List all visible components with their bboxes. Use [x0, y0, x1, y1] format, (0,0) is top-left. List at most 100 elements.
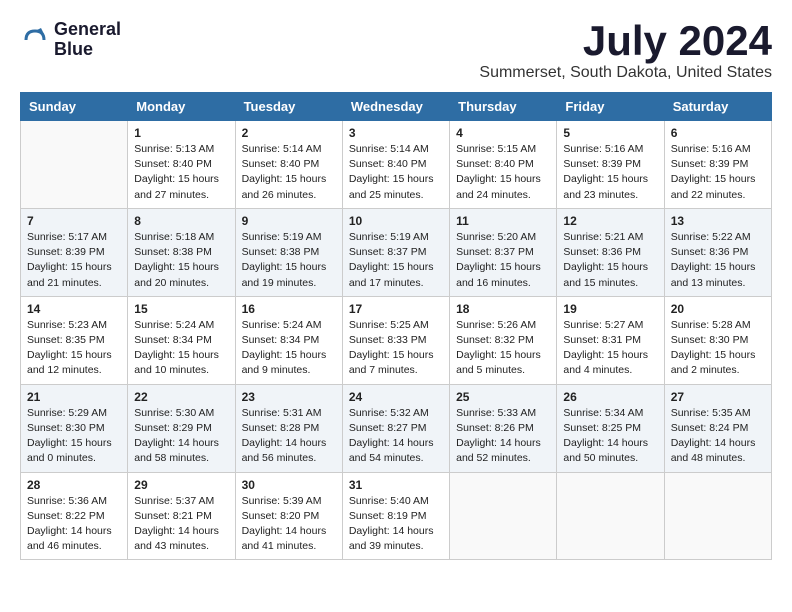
- col-friday: Friday: [557, 93, 664, 121]
- table-row: 31 Sunrise: 5:40 AM Sunset: 8:19 PM Dayli…: [342, 472, 449, 560]
- day-info: Sunrise: 5:18 AM Sunset: 8:38 PM Dayligh…: [134, 230, 228, 291]
- day-number: 10: [349, 214, 443, 228]
- header: General Blue July 2024 Summerset, South …: [20, 20, 772, 82]
- day-number: 19: [563, 302, 657, 316]
- table-row: 15 Sunrise: 5:24 AM Sunset: 8:34 PM Dayli…: [128, 296, 235, 384]
- day-info: Sunrise: 5:36 AM Sunset: 8:22 PM Dayligh…: [27, 494, 121, 555]
- day-number: 31: [349, 478, 443, 492]
- table-row: 11 Sunrise: 5:20 AM Sunset: 8:37 PM Dayli…: [450, 208, 557, 296]
- day-number: 11: [456, 214, 550, 228]
- table-row: 24Sunrise: 5:32 AM Sunset: 8:27 PM Dayli…: [342, 384, 449, 472]
- day-number: 29: [134, 478, 228, 492]
- day-info: Sunrise: 5:24 AM Sunset: 8:34 PM Dayligh…: [242, 318, 336, 379]
- day-info: Sunrise: 5:30 AM Sunset: 8:29 PM Dayligh…: [134, 406, 228, 467]
- col-monday: Monday: [128, 93, 235, 121]
- table-row: 12 Sunrise: 5:21 AM Sunset: 8:36 PM Dayli…: [557, 208, 664, 296]
- day-info: Sunrise: 5:19 AM Sunset: 8:37 PM Dayligh…: [349, 230, 443, 291]
- table-row: 10 Sunrise: 5:19 AM Sunset: 8:37 PM Dayli…: [342, 208, 449, 296]
- logo: General Blue: [20, 20, 121, 60]
- day-number: 30: [242, 478, 336, 492]
- day-number: 26: [563, 390, 657, 404]
- col-thursday: Thursday: [450, 93, 557, 121]
- table-row: [450, 472, 557, 560]
- table-row: 29 Sunrise: 5:37 AM Sunset: 8:21 PM Dayli…: [128, 472, 235, 560]
- day-number: 20: [671, 302, 765, 316]
- day-info: Sunrise: 5:22 AM Sunset: 8:36 PM Dayligh…: [671, 230, 765, 291]
- table-row: 1 Sunrise: 5:13 AM Sunset: 8:40 PM Daylig…: [128, 121, 235, 209]
- month-title: July 2024: [479, 20, 772, 62]
- day-number: 28: [27, 478, 121, 492]
- table-row: 13 Sunrise: 5:22 AM Sunset: 8:36 PM Dayli…: [664, 208, 771, 296]
- day-number: 17: [349, 302, 443, 316]
- logo-line1: General: [54, 20, 121, 40]
- day-number: 25: [456, 390, 550, 404]
- col-tuesday: Tuesday: [235, 93, 342, 121]
- day-info: Sunrise: 5:14 AM Sunset: 8:40 PM Dayligh…: [242, 142, 336, 203]
- calendar-week-1: 1 Sunrise: 5:13 AM Sunset: 8:40 PM Daylig…: [21, 121, 772, 209]
- day-number: 13: [671, 214, 765, 228]
- table-row: 17 Sunrise: 5:25 AM Sunset: 8:33 PM Dayli…: [342, 296, 449, 384]
- table-row: 8Sunrise: 5:18 AM Sunset: 8:38 PM Daylig…: [128, 208, 235, 296]
- day-info: Sunrise: 5:20 AM Sunset: 8:37 PM Dayligh…: [456, 230, 550, 291]
- day-number: 12: [563, 214, 657, 228]
- table-row: 5 Sunrise: 5:16 AM Sunset: 8:39 PM Daylig…: [557, 121, 664, 209]
- day-number: 1: [134, 126, 228, 140]
- day-number: 9: [242, 214, 336, 228]
- day-number: 23: [242, 390, 336, 404]
- day-number: 16: [242, 302, 336, 316]
- table-row: 28 Sunrise: 5:36 AM Sunset: 8:22 PM Dayli…: [21, 472, 128, 560]
- day-info: Sunrise: 5:39 AM Sunset: 8:20 PM Dayligh…: [242, 494, 336, 555]
- day-info: Sunrise: 5:24 AM Sunset: 8:34 PM Dayligh…: [134, 318, 228, 379]
- day-number: 18: [456, 302, 550, 316]
- day-number: 15: [134, 302, 228, 316]
- title-section: July 2024 Summerset, South Dakota, Unite…: [479, 20, 772, 82]
- table-row: 27 Sunrise: 5:35 AM Sunset: 8:24 PM Dayli…: [664, 384, 771, 472]
- day-info: Sunrise: 5:15 AM Sunset: 8:40 PM Dayligh…: [456, 142, 550, 203]
- day-number: 6: [671, 126, 765, 140]
- day-info: Sunrise: 5:27 AM Sunset: 8:31 PM Dayligh…: [563, 318, 657, 379]
- table-row: 18 Sunrise: 5:26 AM Sunset: 8:32 PM Dayli…: [450, 296, 557, 384]
- table-row: 2Sunrise: 5:14 AM Sunset: 8:40 PM Daylig…: [235, 121, 342, 209]
- table-row: 26Sunrise: 5:34 AM Sunset: 8:25 PM Dayli…: [557, 384, 664, 472]
- day-number: 22: [134, 390, 228, 404]
- table-row: 16 Sunrise: 5:24 AM Sunset: 8:34 PM Dayli…: [235, 296, 342, 384]
- day-info: Sunrise: 5:23 AM Sunset: 8:35 PM Dayligh…: [27, 318, 121, 379]
- day-info: Sunrise: 5:33 AM Sunset: 8:26 PM Dayligh…: [456, 406, 550, 467]
- table-row: 3Sunrise: 5:14 AM Sunset: 8:40 PM Daylig…: [342, 121, 449, 209]
- logo-line2: Blue: [54, 40, 121, 60]
- calendar-week-4: 21Sunrise: 5:29 AM Sunset: 8:30 PM Dayli…: [21, 384, 772, 472]
- day-info: Sunrise: 5:16 AM Sunset: 8:39 PM Dayligh…: [563, 142, 657, 203]
- day-info: Sunrise: 5:35 AM Sunset: 8:24 PM Dayligh…: [671, 406, 765, 467]
- col-wednesday: Wednesday: [342, 93, 449, 121]
- table-row: 14Sunrise: 5:23 AM Sunset: 8:35 PM Dayli…: [21, 296, 128, 384]
- day-info: Sunrise: 5:31 AM Sunset: 8:28 PM Dayligh…: [242, 406, 336, 467]
- day-info: Sunrise: 5:37 AM Sunset: 8:21 PM Dayligh…: [134, 494, 228, 555]
- day-number: 5: [563, 126, 657, 140]
- table-row: 4Sunrise: 5:15 AM Sunset: 8:40 PM Daylig…: [450, 121, 557, 209]
- day-info: Sunrise: 5:25 AM Sunset: 8:33 PM Dayligh…: [349, 318, 443, 379]
- calendar-header: Sunday Monday Tuesday Wednesday Thursday…: [21, 93, 772, 121]
- table-row: 21Sunrise: 5:29 AM Sunset: 8:30 PM Dayli…: [21, 384, 128, 472]
- day-number: 27: [671, 390, 765, 404]
- day-info: Sunrise: 5:21 AM Sunset: 8:36 PM Dayligh…: [563, 230, 657, 291]
- col-sunday: Sunday: [21, 93, 128, 121]
- day-info: Sunrise: 5:13 AM Sunset: 8:40 PM Dayligh…: [134, 142, 228, 203]
- day-info: Sunrise: 5:40 AM Sunset: 8:19 PM Dayligh…: [349, 494, 443, 555]
- day-info: Sunrise: 5:16 AM Sunset: 8:39 PM Dayligh…: [671, 142, 765, 203]
- table-row: 25 Sunrise: 5:33 AM Sunset: 8:26 PM Dayli…: [450, 384, 557, 472]
- day-info: Sunrise: 5:19 AM Sunset: 8:38 PM Dayligh…: [242, 230, 336, 291]
- table-row: 19 Sunrise: 5:27 AM Sunset: 8:31 PM Dayli…: [557, 296, 664, 384]
- table-row: 6 Sunrise: 5:16 AM Sunset: 8:39 PM Daylig…: [664, 121, 771, 209]
- table-row: 20Sunrise: 5:28 AM Sunset: 8:30 PM Dayli…: [664, 296, 771, 384]
- day-info: Sunrise: 5:26 AM Sunset: 8:32 PM Dayligh…: [456, 318, 550, 379]
- calendar-week-2: 7Sunrise: 5:17 AM Sunset: 8:39 PM Daylig…: [21, 208, 772, 296]
- calendar-week-5: 28 Sunrise: 5:36 AM Sunset: 8:22 PM Dayli…: [21, 472, 772, 560]
- day-info: Sunrise: 5:32 AM Sunset: 8:27 PM Dayligh…: [349, 406, 443, 467]
- table-row: 9 Sunrise: 5:19 AM Sunset: 8:38 PM Daylig…: [235, 208, 342, 296]
- day-info: Sunrise: 5:14 AM Sunset: 8:40 PM Dayligh…: [349, 142, 443, 203]
- col-saturday: Saturday: [664, 93, 771, 121]
- table-row: 30 Sunrise: 5:39 AM Sunset: 8:20 PM Dayli…: [235, 472, 342, 560]
- table-row: [664, 472, 771, 560]
- table-row: 7Sunrise: 5:17 AM Sunset: 8:39 PM Daylig…: [21, 208, 128, 296]
- day-info: Sunrise: 5:17 AM Sunset: 8:39 PM Dayligh…: [27, 230, 121, 291]
